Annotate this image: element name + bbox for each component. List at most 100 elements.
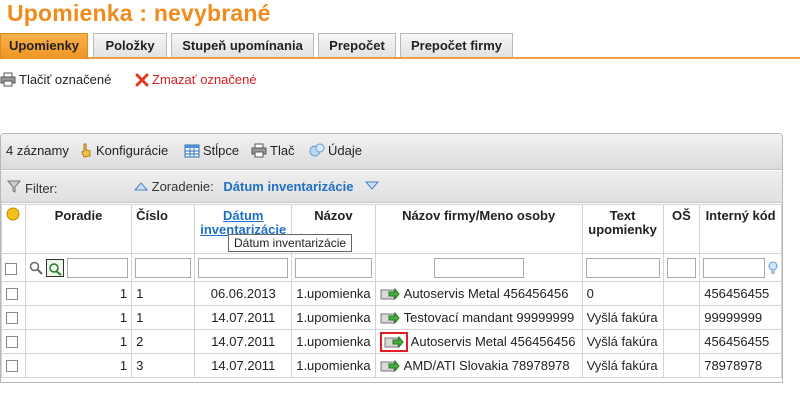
- filter-kod-cell: [699, 253, 782, 282]
- row-checkbox[interactable]: [6, 360, 18, 373]
- filter-row-checkbox[interactable]: [5, 262, 17, 275]
- data-icon: [309, 143, 325, 157]
- col-firma[interactable]: Názov firmy/Meno osoby: [374, 204, 583, 254]
- cell-cislo: 1: [131, 281, 196, 306]
- cell-poradie: 1: [24, 305, 133, 330]
- cell-os: [662, 353, 701, 378]
- column-tooltip: Dátum inventarizácie: [228, 234, 353, 252]
- cell-cislo: 3: [131, 353, 196, 378]
- cell-os: [662, 329, 701, 354]
- col-os[interactable]: OŠ: [662, 204, 701, 254]
- tab-upomienky[interactable]: Upomienky: [0, 33, 88, 59]
- table-row[interactable]: 1 1 06.06.2013 1.upomienka Autoservis Me…: [1, 281, 782, 306]
- cell-text: Vyšlá fakúra: [581, 329, 664, 354]
- funnel-icon: [6, 180, 22, 193]
- filter-os-input[interactable]: [666, 257, 697, 278]
- row-select-cell: [1, 329, 26, 354]
- row-select-cell: [1, 353, 26, 378]
- cell-os: [662, 305, 701, 330]
- tab-bar: Upomienky Položky Stupeň upomínania Prep…: [0, 33, 800, 59]
- col-text[interactable]: Text upomienky: [581, 204, 664, 254]
- go-to-arrow-icon[interactable]: [380, 287, 400, 301]
- data-button[interactable]: Údaje: [309, 143, 362, 158]
- cell-firma-text: Autoservis Metal 456456456: [403, 285, 569, 301]
- table-row[interactable]: 1 3 14.07.2011 1.upomienka AMD/ATI Slova…: [1, 353, 782, 378]
- sort-down-icon[interactable]: [364, 181, 380, 191]
- go-to-arrow-icon[interactable]: [384, 335, 404, 349]
- print-selected-button[interactable]: Tlačiť označené: [0, 70, 111, 90]
- go-to-arrow-icon[interactable]: [380, 359, 400, 373]
- cell-text: 0: [581, 281, 664, 306]
- search-icon[interactable]: [29, 261, 43, 275]
- filter-cislo-cell: [131, 253, 196, 282]
- filter-text-input[interactable]: [585, 257, 660, 278]
- cell-poradie: 1: [24, 329, 133, 354]
- tab-polozky[interactable]: Položky: [93, 33, 167, 57]
- filter-datum-input[interactable]: [198, 257, 289, 278]
- col-datum-link[interactable]: Dátum inventarizácie: [200, 208, 286, 237]
- lightbulb-icon[interactable]: [768, 260, 778, 276]
- cell-datum: 06.06.2013: [194, 281, 293, 306]
- grid-toolbar: 4 záznamy Konfigurácie Stĺpce Tlač Údaje: [1, 134, 782, 170]
- go-to-arrow-icon[interactable]: [380, 311, 400, 325]
- cell-os: [662, 281, 701, 306]
- tab-prepocet[interactable]: Prepočet: [318, 33, 396, 57]
- cell-nazov: 1.upomienka: [291, 281, 376, 306]
- col-cislo[interactable]: Číslo: [131, 204, 196, 254]
- cell-firma-text: Autoservis Metal 456456456: [410, 333, 576, 349]
- cell-datum: 14.07.2011: [194, 329, 293, 354]
- filter-bar: Filter: Zoradenie: Dátum inventarizácie: [1, 171, 782, 203]
- row-select-cell: [1, 281, 26, 306]
- table-row[interactable]: 1 2 14.07.2011 1.upomienka Autoservis Me…: [1, 329, 782, 354]
- columns-label: Stĺpce: [203, 143, 240, 158]
- cell-datum: 14.07.2011: [194, 353, 293, 378]
- tab-stupen-upominania[interactable]: Stupeň upomínania: [171, 33, 314, 57]
- delete-x-icon: [135, 73, 149, 87]
- row-checkbox[interactable]: [6, 336, 18, 349]
- filter-firma-cell: [374, 253, 583, 282]
- col-poradie[interactable]: Poradie: [24, 204, 133, 254]
- filter-cislo-input[interactable]: [135, 257, 192, 278]
- filter-nazov-cell: [291, 253, 376, 282]
- filter-kod-input[interactable]: [703, 257, 765, 278]
- record-count: 4 záznamy: [6, 143, 69, 158]
- row-checkbox[interactable]: [6, 312, 18, 325]
- delete-selected-label: Zmazať označené: [152, 72, 257, 87]
- filter-row: [1, 253, 782, 282]
- tab-prepocet-firmy[interactable]: Prepočet firmy: [400, 33, 513, 57]
- cell-text: Vyšlá fakúra: [581, 305, 664, 330]
- row-checkbox[interactable]: [6, 288, 18, 301]
- configurations-button[interactable]: Konfigurácie: [79, 143, 168, 158]
- highlighted-arrow-box[interactable]: [379, 332, 408, 353]
- records-table: Poradie Číslo Dátum inventarizácie Názov…: [1, 204, 782, 378]
- cell-poradie: 1: [24, 353, 133, 378]
- data-label: Údaje: [328, 143, 362, 158]
- columns-button[interactable]: Stĺpce: [184, 143, 239, 158]
- cell-kod: 456456455: [699, 329, 782, 354]
- printer-icon: [0, 72, 16, 87]
- cell-firma-text: AMD/ATI Slovakia 78978978: [403, 357, 570, 373]
- table-row[interactable]: 1 1 14.07.2011 1.upomienka Testovací man…: [1, 305, 782, 330]
- cell-cislo: 1: [131, 305, 196, 330]
- cell-firma: Autoservis Metal 456456456: [374, 329, 583, 354]
- hand-pointer-icon: [81, 143, 91, 158]
- data-grid: 4 záznamy Konfigurácie Stĺpce Tlač Údaje…: [0, 133, 783, 383]
- filter-toggle[interactable]: Filter:: [6, 179, 58, 196]
- delete-selected-button[interactable]: Zmazať označené: [135, 70, 257, 90]
- filter-os-cell: [662, 253, 701, 282]
- page-title: Upomienka : nevybrané: [7, 0, 271, 26]
- grid-print-button[interactable]: Tlač: [251, 143, 295, 158]
- cell-kod: 456456455: [699, 281, 782, 306]
- col-kod[interactable]: Interný kód: [699, 204, 782, 254]
- sort-value-link[interactable]: Dátum inventarizácie: [223, 179, 353, 194]
- select-all-header[interactable]: [1, 204, 26, 254]
- filter-firma-input[interactable]: [433, 257, 524, 278]
- filter-select-cell: [1, 253, 26, 282]
- filter-clear-icon[interactable]: [45, 258, 64, 277]
- filter-poradie-input[interactable]: [66, 257, 129, 278]
- cell-firma: Testovací mandant 99999999: [374, 305, 583, 330]
- filter-nazov-input[interactable]: [295, 257, 372, 278]
- cell-nazov: 1.upomienka: [291, 329, 376, 354]
- row-select-cell: [1, 305, 26, 330]
- cell-nazov: 1.upomienka: [291, 305, 376, 330]
